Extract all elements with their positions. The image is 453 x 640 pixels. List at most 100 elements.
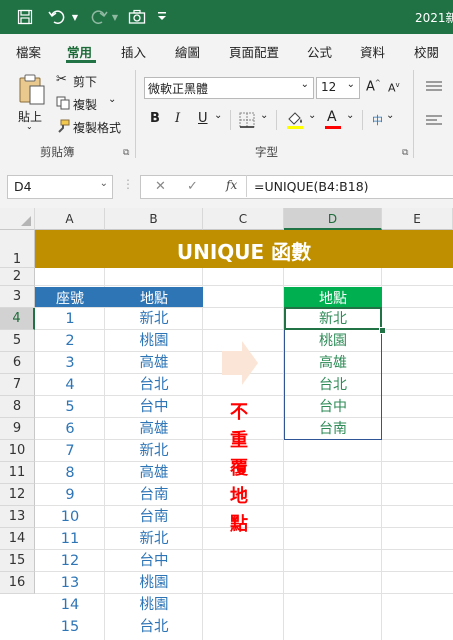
cell-seat-number[interactable]: 10 (35, 506, 105, 528)
row-header[interactable]: 14 (0, 528, 35, 550)
row-header[interactable]: 13 (0, 506, 35, 528)
format-painter-button[interactable]: 複製格式 (56, 118, 126, 136)
decrease-font-size-button[interactable]: Av (388, 81, 400, 95)
redo-dropdown-icon[interactable]: ▼ (110, 7, 120, 27)
redo-icon[interactable] (88, 7, 110, 27)
row-header[interactable]: 2 (0, 268, 35, 286)
cell-location[interactable]: 台北 (105, 374, 203, 396)
cell-seat-number[interactable]: 8 (35, 462, 105, 484)
cell-seat-number[interactable]: 1 (35, 308, 105, 330)
fill-handle[interactable] (379, 327, 386, 334)
row-header[interactable]: 15 (0, 550, 35, 572)
tab-review[interactable]: 校閱 (414, 42, 439, 61)
tab-home[interactable]: 常用 (67, 42, 92, 61)
row-header[interactable]: 16 (0, 572, 35, 594)
tab-formulas[interactable]: 公式 (307, 42, 332, 61)
cut-button[interactable]: ✂ 剪下 (56, 72, 126, 90)
font-color-dropdown-icon[interactable]: ⌄ (346, 110, 354, 121)
cell-location[interactable]: 新北 (105, 528, 203, 550)
cell-seat-number[interactable]: 12 (35, 550, 105, 572)
name-box[interactable]: D4 ⌄ (7, 175, 113, 199)
cell-seat-number[interactable]: 7 (35, 440, 105, 462)
cell-unique-location[interactable]: 台南 (284, 418, 382, 440)
column-header-d[interactable]: D (284, 208, 382, 230)
tab-data[interactable]: 資料 (360, 42, 385, 61)
cell-unique-location[interactable]: 台北 (284, 374, 382, 396)
borders-dropdown-icon[interactable]: ⌄ (260, 110, 268, 121)
increase-font-size-button[interactable]: A^ (366, 79, 381, 94)
cell-seat-number[interactable]: 5 (35, 396, 105, 418)
cell-location[interactable]: 新北 (105, 308, 203, 330)
font-size-dropdown[interactable]: 12 ⌄ (316, 77, 360, 99)
cell-location[interactable]: 新北 (105, 440, 203, 462)
fill-color-icon[interactable] (286, 110, 304, 133)
cell-seat-number[interactable]: 2 (35, 330, 105, 352)
row-header[interactable]: 3 (0, 286, 35, 308)
cell-seat-number[interactable]: 15 (35, 616, 105, 638)
row-header[interactable]: 12 (0, 484, 35, 506)
insert-function-icon[interactable]: fx (226, 178, 237, 192)
bold-button[interactable]: B (150, 111, 160, 126)
undo-icon[interactable] (46, 7, 68, 27)
cell-unique-location[interactable]: 高雄 (284, 352, 382, 374)
phonetic-dropdown-icon[interactable]: ⌄ (386, 110, 394, 121)
cell-location[interactable]: 台中 (105, 550, 203, 572)
column-header-b[interactable]: B (105, 208, 203, 230)
active-cell-d4[interactable] (284, 307, 382, 330)
column-header-e[interactable]: E (382, 208, 453, 230)
cell-seat-number[interactable]: 13 (35, 572, 105, 594)
cell-location[interactable]: 台中 (105, 396, 203, 418)
borders-icon[interactable] (239, 112, 255, 131)
cell-location[interactable]: 桃園 (105, 330, 203, 352)
cell-location[interactable]: 台南 (105, 506, 203, 528)
cell-location[interactable]: 桃園 (105, 572, 203, 594)
cancel-icon[interactable]: ✕ (155, 179, 166, 194)
cell-seat-number[interactable]: 14 (35, 594, 105, 616)
underline-dropdown-icon[interactable]: ⌄ (214, 110, 222, 121)
enter-icon[interactable]: ✓ (187, 179, 198, 194)
tab-draw[interactable]: 繪圖 (175, 42, 200, 61)
column-header-a[interactable]: A (35, 208, 105, 230)
cell-seat-number[interactable]: 4 (35, 374, 105, 396)
row-header[interactable]: 10 (0, 440, 35, 462)
save-icon[interactable] (14, 7, 36, 27)
row-header[interactable]: 8 (0, 396, 35, 418)
italic-button[interactable]: I (175, 111, 180, 126)
cell-unique-location[interactable]: 台中 (284, 396, 382, 418)
camera-icon[interactable] (126, 7, 148, 27)
row-header[interactable]: 5 (0, 330, 35, 352)
row-header[interactable]: 1 (0, 230, 35, 268)
clipboard-launcher-icon[interactable]: ⧉ (123, 148, 129, 158)
cell-unique-location[interactable]: 桃園 (284, 330, 382, 352)
column-header-c[interactable]: C (203, 208, 284, 230)
tab-page-layout[interactable]: 頁面配置 (229, 42, 279, 61)
cell-location[interactable]: 桃園 (105, 594, 203, 616)
cell-location[interactable]: 台北 (105, 616, 203, 638)
fill-color-dropdown-icon[interactable]: ⌄ (308, 110, 316, 121)
cell-location[interactable]: 台南 (105, 484, 203, 506)
formula-input[interactable]: ✕ ✓ fx =UNIQUE(B4:B18) (140, 175, 453, 199)
select-all-corner[interactable] (0, 208, 35, 230)
row-header[interactable]: 6 (0, 352, 35, 374)
paste-button[interactable]: 貼上 ⌄ (14, 72, 50, 132)
phonetic-guide-button[interactable]: 中 (372, 112, 383, 128)
cell-seat-number[interactable]: 9 (35, 484, 105, 506)
cell-seat-number[interactable]: 11 (35, 528, 105, 550)
copy-button[interactable]: 複製 ⌄ (56, 94, 126, 113)
cell-location[interactable]: 高雄 (105, 352, 203, 374)
cell-location[interactable]: 高雄 (105, 418, 203, 440)
undo-dropdown-icon[interactable]: ▼ (70, 7, 80, 27)
underline-button[interactable]: U (198, 111, 208, 126)
align-top-icon[interactable] (425, 80, 443, 97)
font-launcher-icon[interactable]: ⧉ (402, 148, 408, 158)
row-header[interactable]: 9 (0, 418, 35, 440)
quick-access-customize-icon[interactable] (156, 7, 168, 27)
align-left-icon[interactable] (425, 114, 443, 131)
cell-seat-number[interactable]: 3 (35, 352, 105, 374)
tab-file[interactable]: 檔案 (16, 42, 41, 61)
row-header[interactable]: 11 (0, 462, 35, 484)
cell-location[interactable]: 高雄 (105, 462, 203, 484)
tab-insert[interactable]: 插入 (121, 42, 146, 61)
font-color-icon[interactable]: A (324, 109, 344, 131)
cell-seat-number[interactable]: 6 (35, 418, 105, 440)
